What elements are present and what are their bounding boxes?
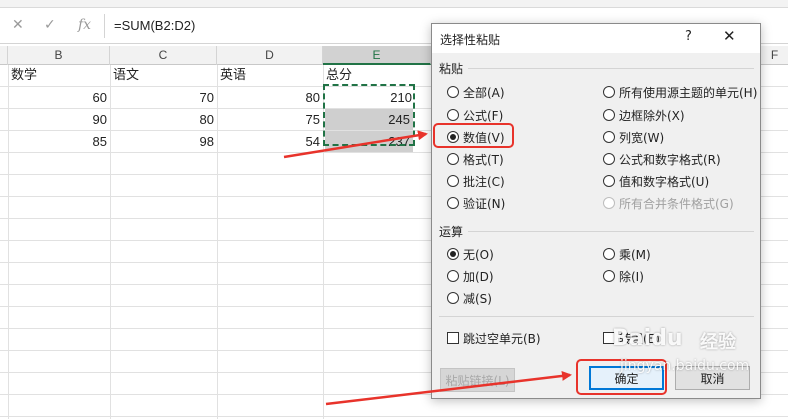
radio-circle[interactable] bbox=[603, 109, 615, 121]
radio-paste-merge-conditional: 所有合并条件格式(G) bbox=[603, 194, 734, 212]
cell-c4[interactable]: 98 bbox=[110, 131, 217, 152]
column-header-f[interactable]: F bbox=[761, 46, 788, 65]
dialog-title: 选择性粘贴 bbox=[440, 33, 501, 47]
formula-input[interactable]: =SUM(B2:D2) bbox=[114, 18, 195, 33]
radio-paste-except-borders[interactable]: 边框除外(X) bbox=[603, 106, 685, 124]
option-label: 无(O) bbox=[463, 247, 494, 262]
dialog-titlebar[interactable]: 选择性粘贴 ? ✕ bbox=[432, 24, 760, 53]
option-label: 值和数字格式(U) bbox=[619, 174, 710, 189]
paste-link-button: 粘贴链接(L) bbox=[440, 368, 515, 392]
cell-d1[interactable]: 英语 bbox=[217, 65, 323, 86]
column-header-e[interactable]: E bbox=[323, 46, 431, 65]
radio-circle[interactable] bbox=[603, 175, 615, 187]
radio-op-none[interactable]: 无(O) bbox=[447, 245, 494, 263]
check-icon[interactable]: ✓ bbox=[44, 17, 56, 33]
radio-circle[interactable] bbox=[447, 153, 459, 165]
radio-circle[interactable] bbox=[603, 131, 615, 143]
radio-op-subtract[interactable]: 减(S) bbox=[447, 289, 492, 307]
radio-circle[interactable] bbox=[603, 86, 615, 98]
group-divider bbox=[468, 231, 754, 232]
row-header-corner[interactable] bbox=[0, 46, 8, 65]
highlight-ok-button bbox=[576, 359, 667, 395]
radio-circle[interactable] bbox=[447, 270, 459, 282]
column-header-d[interactable]: D bbox=[217, 46, 323, 65]
cancel-button[interactable]: 取消 bbox=[675, 366, 750, 390]
cell-b4[interactable]: 85 bbox=[8, 131, 110, 152]
cell-b3[interactable]: 90 bbox=[8, 109, 110, 130]
column-header-b[interactable]: B bbox=[8, 46, 110, 65]
radio-paste-column-widths[interactable]: 列宽(W) bbox=[603, 128, 664, 146]
formula-separator bbox=[104, 14, 105, 38]
option-label: 乘(M) bbox=[619, 247, 651, 262]
radio-paste-formats[interactable]: 格式(T) bbox=[447, 150, 504, 168]
option-label: 转置(E) bbox=[619, 331, 660, 346]
radio-circle[interactable] bbox=[603, 153, 615, 165]
highlight-values-option bbox=[433, 123, 514, 148]
cell-d3[interactable]: 75 bbox=[217, 109, 323, 130]
radio-op-divide[interactable]: 除(I) bbox=[603, 267, 644, 285]
radio-paste-all[interactable]: 全部(A) bbox=[447, 83, 505, 101]
radio-paste-comments[interactable]: 批注(C) bbox=[447, 172, 505, 190]
radio-circle-disabled bbox=[603, 197, 615, 209]
option-label: 减(S) bbox=[463, 291, 492, 306]
option-label: 验证(N) bbox=[463, 196, 506, 211]
checkbox-skip-blanks[interactable]: 跳过空单元(B) bbox=[447, 329, 541, 347]
fx-icon[interactable]: fx bbox=[78, 17, 91, 33]
radio-circle[interactable] bbox=[447, 292, 459, 304]
cell-d4[interactable]: 54 bbox=[217, 131, 323, 152]
radio-paste-source-theme[interactable]: 所有使用源主题的单元(H) bbox=[603, 83, 757, 101]
radio-circle[interactable] bbox=[447, 109, 459, 121]
group-divider bbox=[439, 316, 754, 317]
copy-selection-marquee bbox=[323, 84, 415, 146]
radio-paste-validation[interactable]: 验证(N) bbox=[447, 194, 505, 212]
radio-paste-values-numbers[interactable]: 值和数字格式(U) bbox=[603, 172, 709, 190]
checkbox-box[interactable] bbox=[603, 332, 615, 344]
radio-circle-selected[interactable] bbox=[447, 248, 459, 260]
radio-paste-formulas-numbers[interactable]: 公式和数字格式(R) bbox=[603, 150, 721, 168]
close-icon[interactable]: ✕ bbox=[723, 27, 736, 45]
radio-circle[interactable] bbox=[447, 86, 459, 98]
option-label: 除(I) bbox=[619, 269, 644, 284]
option-label: 公式(F) bbox=[463, 108, 504, 123]
radio-paste-formulas[interactable]: 公式(F) bbox=[447, 106, 503, 124]
radio-circle[interactable] bbox=[447, 175, 459, 187]
cell-b2[interactable]: 60 bbox=[8, 87, 110, 108]
cell-c3[interactable]: 80 bbox=[110, 109, 217, 130]
help-icon[interactable]: ? bbox=[685, 29, 692, 44]
option-label: 跳过空单元(B) bbox=[463, 331, 541, 346]
cell-c1[interactable]: 语文 bbox=[110, 65, 217, 86]
option-label: 批注(C) bbox=[463, 174, 505, 189]
paste-group-label: 粘贴 bbox=[439, 62, 464, 76]
radio-op-add[interactable]: 加(D) bbox=[447, 267, 494, 285]
column-header-c[interactable]: C bbox=[110, 46, 217, 65]
close-icon[interactable]: ✕ bbox=[12, 17, 24, 33]
option-label: 所有合并条件格式(G) bbox=[619, 196, 734, 211]
option-label: 公式和数字格式(R) bbox=[619, 152, 721, 167]
checkbox-box[interactable] bbox=[447, 332, 459, 344]
operation-group-label: 运算 bbox=[439, 225, 464, 239]
option-label: 边框除外(X) bbox=[619, 108, 685, 123]
option-label: 格式(T) bbox=[463, 152, 504, 167]
radio-circle[interactable] bbox=[603, 248, 615, 260]
radio-circle[interactable] bbox=[603, 270, 615, 282]
cell-c2[interactable]: 70 bbox=[110, 87, 217, 108]
option-label: 全部(A) bbox=[463, 85, 505, 100]
option-label: 加(D) bbox=[463, 269, 494, 284]
option-label: 列宽(W) bbox=[619, 130, 665, 145]
cell-d2[interactable]: 80 bbox=[217, 87, 323, 108]
cell-e1[interactable]: 总分 bbox=[323, 65, 431, 86]
ribbon-strip bbox=[0, 0, 788, 8]
radio-op-multiply[interactable]: 乘(M) bbox=[603, 245, 651, 263]
group-divider bbox=[468, 68, 754, 69]
radio-circle[interactable] bbox=[447, 197, 459, 209]
option-label: 所有使用源主题的单元(H) bbox=[619, 85, 758, 100]
checkbox-transpose[interactable]: 转置(E) bbox=[603, 329, 660, 347]
cell-b1[interactable]: 数学 bbox=[8, 65, 110, 86]
paste-special-dialog: 选择性粘贴 ? ✕ 粘贴 全部(A) 公式(F) 数值(V) 格式(T) 批注(… bbox=[431, 23, 761, 399]
